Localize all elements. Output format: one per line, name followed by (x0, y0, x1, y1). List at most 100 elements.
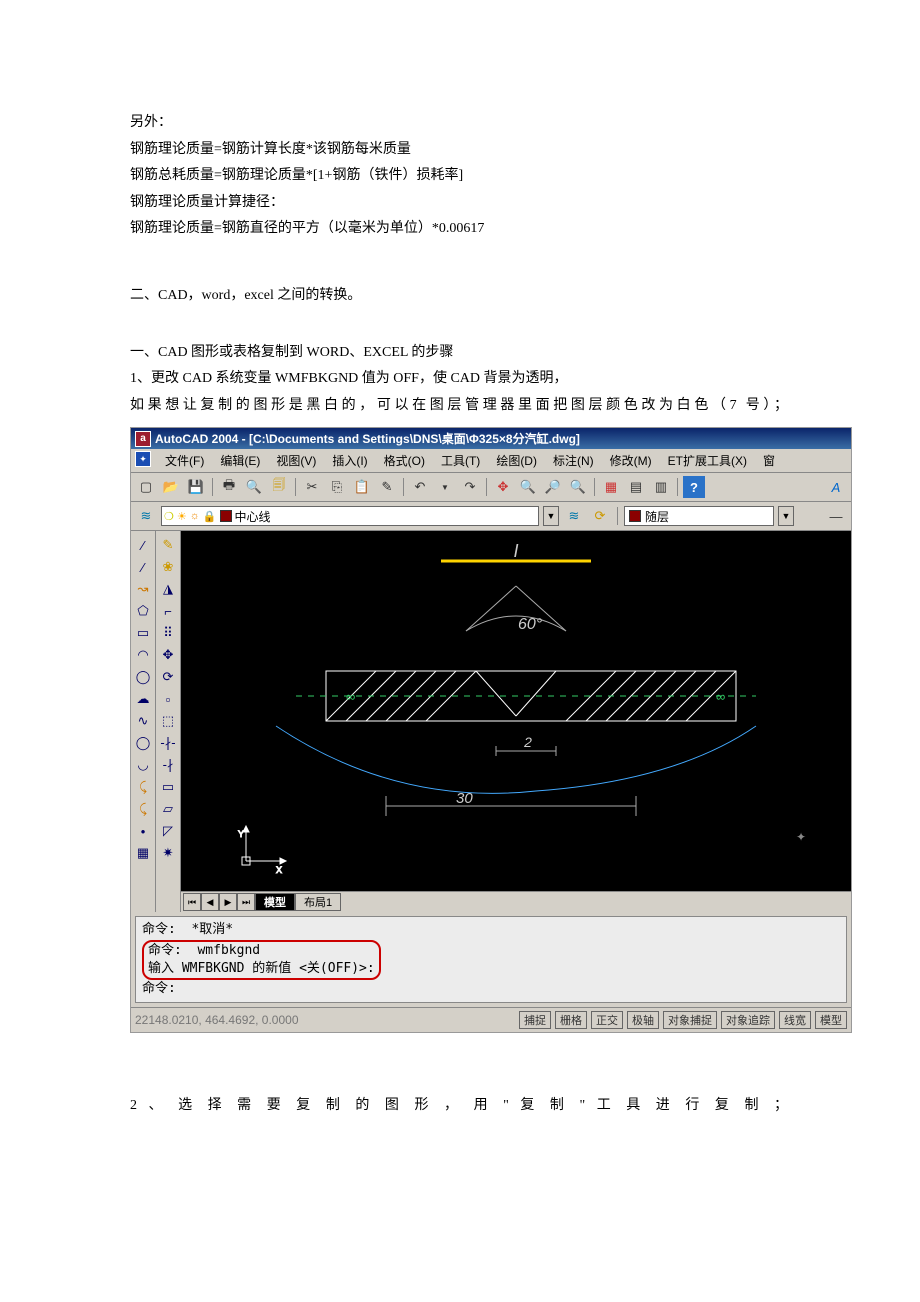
command-window[interactable]: 命令: *取消* 命令: wmfbkgnd 输入 WMFBKGND 的新值 <关… (135, 916, 847, 1003)
textstyle-icon[interactable]: A (825, 476, 847, 498)
xline-icon[interactable]: ∕ (133, 557, 153, 577)
separator (403, 478, 404, 496)
status-polar[interactable]: 极轴 (627, 1011, 659, 1029)
svg-text:2: 2 (523, 734, 532, 750)
pline-icon[interactable]: ↝ (133, 579, 153, 599)
copy-icon[interactable]: ⎘ (326, 476, 348, 498)
undo-icon[interactable]: ↶ (409, 476, 431, 498)
step1-line2: 如果想让复制的图形是黑白的，可以在图层管理器里面把图层颜色改为白色（7 号）； (130, 393, 790, 420)
separator (295, 478, 296, 496)
tab-first-icon[interactable]: ⏮ (183, 893, 201, 911)
revcloud-icon[interactable]: ☁ (133, 689, 153, 709)
chevron-down-icon[interactable]: ▼ (778, 506, 794, 526)
chevron-down-icon[interactable]: ▼ (543, 506, 559, 526)
rect-icon[interactable]: ▭ (133, 623, 153, 643)
document-icon: ✦ (135, 451, 151, 467)
menu-tools[interactable]: 工具(T) (435, 451, 486, 470)
fillet-icon[interactable]: ◸ (158, 821, 178, 841)
menu-view[interactable]: 视图(V) (270, 451, 322, 470)
section-2-heading: 二、CAD，word，excel 之间的转换。 (130, 283, 790, 310)
explode-icon[interactable]: ✷ (158, 843, 178, 863)
status-bar: 22148.0210, 464.4692, 0.0000 捕捉 栅格 正交 极轴… (131, 1007, 851, 1032)
break-icon[interactable]: ▭ (158, 777, 178, 797)
status-osnap[interactable]: 对象捕捉 (663, 1011, 717, 1029)
new-icon[interactable]: ▢ (135, 476, 157, 498)
erase-icon[interactable]: ✎ (158, 535, 178, 555)
circle-icon[interactable]: ◯ (133, 667, 153, 687)
tab-next-icon[interactable]: ▶ (219, 893, 237, 911)
pan-icon[interactable]: ✥ (492, 476, 514, 498)
array-icon[interactable]: ⠿ (158, 623, 178, 643)
preview-icon[interactable]: 🔍 (243, 476, 265, 498)
dc-icon[interactable]: ▤ (625, 476, 647, 498)
move-icon[interactable]: ✥ (158, 645, 178, 665)
ellipsearc-icon[interactable]: ◡ (133, 755, 153, 775)
drawing-canvas[interactable]: I 60° (181, 531, 851, 891)
tab-model[interactable]: 模型 (255, 893, 295, 911)
status-lwt[interactable]: 线宽 (779, 1011, 811, 1029)
menu-format[interactable]: 格式(O) (378, 451, 431, 470)
menu-modify[interactable]: 修改(M) (604, 451, 658, 470)
zoom-window-icon[interactable]: 🔎 (542, 476, 564, 498)
status-otrack[interactable]: 对象追踪 (721, 1011, 775, 1029)
redo-icon[interactable]: ↷ (459, 476, 481, 498)
layer-states-icon[interactable]: ⟳ (589, 505, 611, 527)
offset-icon[interactable]: ⌐ (158, 601, 178, 621)
polygon-icon[interactable]: ⬠ (133, 601, 153, 621)
rotate-icon[interactable]: ⟳ (158, 667, 178, 687)
draw-toolbar: ∕ ∕ ↝ ⬠ ▭ ◠ ◯ ☁ ∿ ◯ ◡ ⤹ ⤹ • ▦ (131, 531, 156, 912)
scale-icon[interactable]: ▫ (158, 689, 178, 709)
save-icon[interactable]: 💾 (185, 476, 207, 498)
layout-tabs: ⏮ ◀ ▶ ⏭ 模型 布局1 (181, 891, 851, 912)
tab-prev-icon[interactable]: ◀ (201, 893, 219, 911)
status-grid[interactable]: 栅格 (555, 1011, 587, 1029)
lock-icon: 🔒 (203, 510, 217, 523)
status-snap[interactable]: 捕捉 (519, 1011, 551, 1029)
tab-last-icon[interactable]: ⏭ (237, 893, 255, 911)
menu-dim[interactable]: 标注(N) (547, 451, 600, 470)
spline-icon[interactable]: ∿ (133, 711, 153, 731)
menu-insert[interactable]: 插入(I) (326, 451, 373, 470)
status-model[interactable]: 模型 (815, 1011, 847, 1029)
menu-window[interactable]: 窗 (757, 451, 781, 470)
menu-file[interactable]: 文件(F) (159, 451, 210, 470)
linetype-icon[interactable]: — (825, 505, 847, 527)
menu-draw[interactable]: 绘图(D) (490, 451, 543, 470)
cut-icon[interactable]: ✂ (301, 476, 323, 498)
arc-icon[interactable]: ◠ (133, 645, 153, 665)
window-title: AutoCAD 2004 - [C:\Documents and Setting… (155, 430, 580, 447)
open-icon[interactable]: 📂 (160, 476, 182, 498)
layer-prev-icon[interactable]: ≋ (563, 505, 585, 527)
paste-icon[interactable]: 📋 (351, 476, 373, 498)
block-icon[interactable]: ⤹ (133, 799, 153, 819)
zoom-realtime-icon[interactable]: 🔍 (517, 476, 539, 498)
layer-manager-icon[interactable]: ≋ (135, 505, 157, 527)
line-icon[interactable]: ∕ (133, 535, 153, 555)
hatch-icon[interactable]: ▦ (133, 843, 153, 863)
mirror-icon[interactable]: ◮ (158, 579, 178, 599)
matchprop-icon[interactable]: ✎ (376, 476, 398, 498)
ellipse-icon[interactable]: ◯ (133, 733, 153, 753)
status-ortho[interactable]: 正交 (591, 1011, 623, 1029)
point-icon[interactable]: • (133, 821, 153, 841)
chamfer-icon[interactable]: ▱ (158, 799, 178, 819)
help-icon[interactable]: ? (683, 476, 705, 498)
insert-icon[interactable]: ⤹ (133, 777, 153, 797)
trim-icon[interactable]: -∤- (158, 733, 178, 753)
tab-layout1[interactable]: 布局1 (295, 893, 341, 911)
menu-edit[interactable]: 编辑(E) (214, 451, 266, 470)
tp-icon[interactable]: ▥ (650, 476, 672, 498)
cmd-highlight: 命令: wmfbkgnd 输入 WMFBKGND 的新值 <关(OFF)>: (142, 940, 381, 980)
undo-dd-icon[interactable]: ▼ (434, 476, 456, 498)
stretch-icon[interactable]: ⬚ (158, 711, 178, 731)
layer-dropdown[interactable]: ❍ ☀ ☼ 🔒 中心线 (161, 506, 539, 526)
svg-text:X: X (276, 865, 282, 875)
menu-et[interactable]: ET扩展工具(X) (662, 451, 753, 470)
color-dropdown[interactable]: 随层 (624, 506, 774, 526)
print-icon[interactable]: 🖶 (218, 476, 240, 498)
extend-icon[interactable]: -∤ (158, 755, 178, 775)
properties-icon[interactable]: ▦ (600, 476, 622, 498)
zoom-prev-icon[interactable]: 🔍 (567, 476, 589, 498)
publish-icon[interactable]: 🗐 (268, 476, 290, 498)
copy-obj-icon[interactable]: ❀ (158, 557, 178, 577)
